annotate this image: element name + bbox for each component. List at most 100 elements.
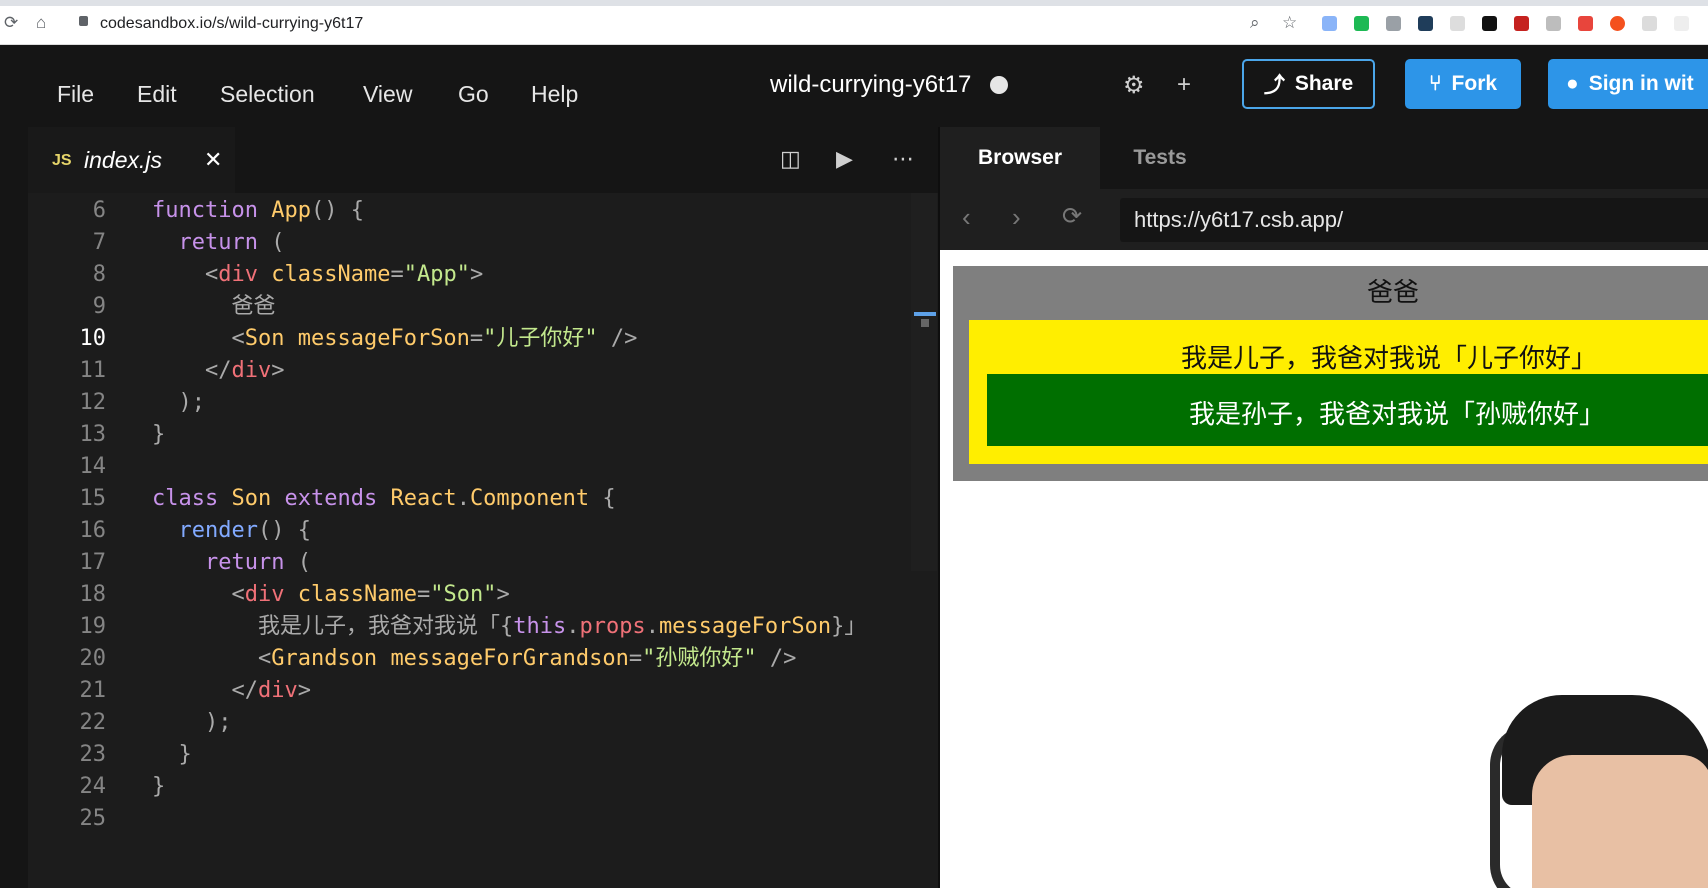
ublock-icon[interactable]	[1514, 16, 1529, 31]
line-code: <div className="App">	[204, 262, 484, 287]
menu-view[interactable]: View	[363, 81, 412, 108]
sandbox-title[interactable]: wild-currying-y6t17	[770, 71, 971, 99]
app-container: 爸爸 我是儿子，我爸对我说「儿子你好」 我是孙子，我爸对我说「孙贼你好」	[953, 266, 1708, 481]
close-icon[interactable]: ✕	[204, 147, 222, 173]
zoom-icon[interactable]: ⌕	[1250, 13, 1260, 33]
notion-icon[interactable]	[1482, 16, 1497, 31]
refresh-icon[interactable]: ⟳	[1062, 202, 1082, 231]
line-number: 8	[92, 262, 106, 287]
line-code: }	[152, 422, 166, 447]
line-number: 7	[92, 230, 106, 255]
tab-browser[interactable]: Browser	[940, 127, 1100, 189]
preview-navigation: ‹ › ⟳ https://y6t17.csb.app/	[940, 189, 1708, 250]
scrollbar-thumb[interactable]	[921, 319, 929, 327]
code-line[interactable]: 12 );	[30, 385, 930, 420]
js-file-icon: JS	[52, 152, 72, 169]
line-number: 16	[79, 518, 107, 543]
bookmark-star-icon[interactable]: ☆	[1282, 13, 1297, 33]
line-code: <Son messageForSon="儿子你好" />	[231, 326, 638, 351]
line-number: 11	[79, 358, 107, 383]
file-tab-label: index.js	[84, 147, 162, 173]
line-number: 18	[79, 582, 107, 607]
forward-icon[interactable]: ›	[1012, 202, 1021, 233]
back-icon[interactable]: ‹	[962, 202, 971, 233]
split-view-icon[interactable]: ◫	[780, 146, 801, 172]
code-line[interactable]: 7 return (	[30, 225, 930, 260]
fork-button[interactable]: ⑂ Fork	[1405, 59, 1521, 109]
line-number: 23	[79, 742, 107, 767]
evernote-icon[interactable]	[1354, 16, 1369, 31]
preview-address-bar[interactable]: https://y6t17.csb.app/	[1120, 198, 1708, 242]
bookmark-extension-icon[interactable]	[1578, 16, 1593, 31]
line-code: <div className="Son">	[231, 582, 510, 607]
s-extension-icon[interactable]	[1546, 16, 1561, 31]
line-number: 12	[79, 390, 107, 415]
code-editor[interactable]: 6 function App() {7 return (8 <div classN…	[0, 193, 938, 888]
menu-help[interactable]: Help	[531, 81, 578, 108]
reload-icon[interactable]: ⟳	[4, 13, 18, 33]
line-number: 20	[79, 646, 107, 671]
browser-url[interactable]: codesandbox.io/s/wild-currying-y6t17	[100, 15, 363, 33]
line-number: 17	[79, 550, 107, 575]
line-number: 25	[79, 806, 107, 831]
no-script-icon[interactable]	[1610, 16, 1625, 31]
code-line[interactable]: 18 <div className="Son">	[30, 577, 930, 612]
preview-icon[interactable]: ▶	[836, 146, 853, 172]
grandson-container: 我是孙子，我爸对我说「孙贼你好」	[987, 374, 1708, 446]
code-line[interactable]: 21 </div>	[30, 673, 930, 708]
grandson-text: 我是孙子，我爸对我说「孙贼你好」	[1188, 399, 1605, 429]
globe-icon[interactable]	[990, 76, 1008, 94]
code-line[interactable]: 11 </div>	[30, 353, 930, 388]
code-line[interactable]: 20 <Grandson messageForGrandson="孙贼你好" /…	[30, 641, 930, 676]
code-line[interactable]: 13}	[30, 417, 930, 452]
code-line[interactable]: 8 <div className="App">	[30, 257, 930, 292]
vuejs-icon[interactable]	[1386, 16, 1401, 31]
line-number: 10	[79, 326, 107, 351]
code-line[interactable]: 14	[30, 449, 930, 484]
code-line[interactable]: 9 爸爸	[30, 289, 930, 324]
tab-tests[interactable]: Tests	[1100, 127, 1220, 189]
share-label: Share	[1294, 72, 1354, 95]
code-line[interactable]: 6 function App() {	[30, 193, 930, 228]
code-line[interactable]: 25	[30, 801, 930, 836]
more-icon[interactable]: ⋯	[892, 146, 914, 172]
code-line[interactable]: 16 render() {	[30, 513, 930, 548]
menu-go[interactable]: Go	[458, 81, 489, 108]
code-line[interactable]: 15 class Son extends React.Component {	[30, 481, 930, 516]
code-line[interactable]: 22 );	[30, 705, 930, 740]
plus-icon[interactable]: +	[1177, 71, 1191, 99]
sign-in-button[interactable]: ● Sign in wit	[1548, 59, 1708, 109]
line-code: return (	[204, 550, 311, 575]
code-line[interactable]: 24}	[30, 769, 930, 804]
code-line[interactable]: 19 我是儿子，我爸对我说「{this.props.messageForSon}…	[30, 609, 930, 644]
github-icon: ●	[1566, 72, 1579, 95]
lock-icon	[79, 16, 88, 26]
code-line[interactable]: 23 }	[30, 737, 930, 772]
react-devtools-icon[interactable]	[1418, 16, 1433, 31]
home-icon[interactable]: ⌂	[36, 13, 46, 33]
json-viewer-icon[interactable]	[1450, 16, 1465, 31]
extension-icon[interactable]	[1322, 16, 1337, 31]
line-code: 我是儿子，我爸对我说「{this.props.messageForSon}」	[257, 614, 867, 639]
app-text: 爸爸	[1366, 277, 1419, 307]
line-code: <Grandson messageForGrandson="孙贼你好" />	[257, 646, 797, 671]
share-button[interactable]: ⤴ Share	[1242, 59, 1375, 109]
editor-scrollbar[interactable]	[911, 193, 937, 571]
line-code: );	[178, 390, 206, 415]
gear-icon[interactable]: ⚙	[1123, 71, 1145, 100]
code-line[interactable]: 10 <Son messageForSon="儿子你好" />	[30, 321, 930, 356]
line-number: 13	[79, 422, 107, 447]
menu-edit[interactable]: Edit	[137, 81, 177, 108]
menu-selection[interactable]: Selection	[220, 81, 315, 108]
tab-index-js[interactable]: JS index.js ✕	[28, 127, 235, 193]
editor-gutter	[0, 193, 28, 888]
webcam-overlay	[1466, 695, 1708, 888]
line-number: 22	[79, 710, 107, 735]
menu-file[interactable]: File	[57, 81, 94, 108]
audio-icon[interactable]	[1642, 16, 1657, 31]
son-container: 我是儿子，我爸对我说「儿子你好」 我是孙子，我爸对我说「孙贼你好」	[969, 320, 1708, 464]
code-line[interactable]: 17 return (	[30, 545, 930, 580]
fonts-icon[interactable]	[1674, 16, 1689, 31]
line-number: 24	[79, 774, 107, 799]
line-number: 6	[92, 198, 106, 223]
